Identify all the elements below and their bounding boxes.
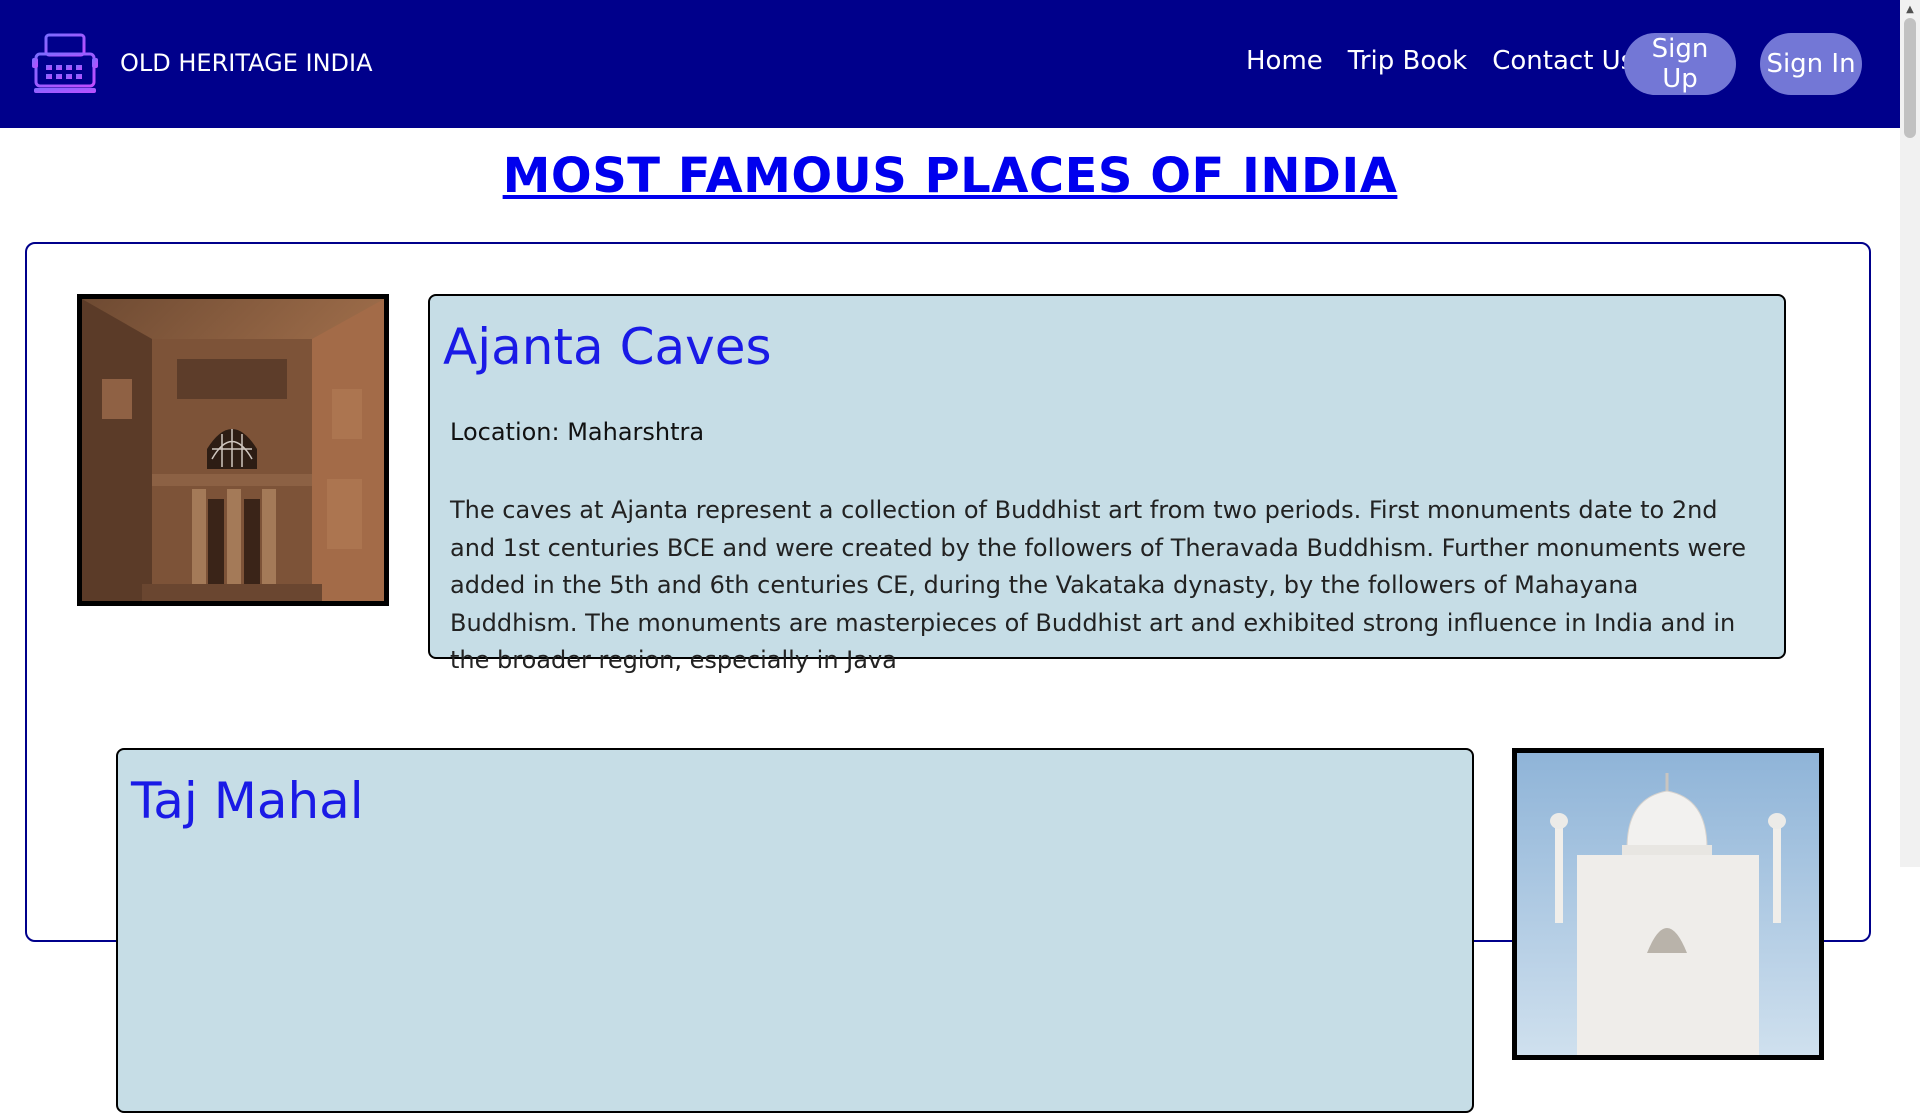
nav-trip-book[interactable]: Trip Book xyxy=(1348,46,1467,76)
place-name: Taj Mahal xyxy=(131,772,364,830)
navbar: OLD HERITAGE INDIA Home Trip Book Contac… xyxy=(0,0,1900,128)
main-nav: Home Trip Book Contact Us xyxy=(1246,46,1634,76)
taj-mahal-photo xyxy=(1512,748,1824,1060)
place-location: Location: Maharshtra xyxy=(450,418,705,446)
brand-name: OLD HERITAGE INDIA xyxy=(120,49,373,77)
scroll-up-arrow-icon[interactable]: ▲ xyxy=(1900,0,1920,18)
place-card-ajanta: Ajanta Caves Location: Maharshtra The ca… xyxy=(428,294,1786,674)
ajanta-caves-photo xyxy=(77,294,389,606)
page-title[interactable]: MOST FAMOUS PLACES OF INDIA xyxy=(0,148,1900,204)
places-container: Ajanta Caves Location: Maharshtra The ca… xyxy=(25,242,1871,1113)
sign-up-button[interactable]: Sign Up xyxy=(1624,33,1736,95)
typewriter-icon xyxy=(32,33,98,93)
place-name: Ajanta Caves xyxy=(443,318,772,376)
brand[interactable]: OLD HERITAGE INDIA xyxy=(32,32,373,94)
nav-home[interactable]: Home xyxy=(1246,46,1323,76)
nav-contact-us[interactable]: Contact Us xyxy=(1492,46,1634,76)
place-card-taj-mahal: Taj Mahal xyxy=(116,748,1474,1113)
sign-in-button[interactable]: Sign In xyxy=(1760,33,1862,95)
vertical-scrollbar[interactable]: ▲ xyxy=(1900,0,1920,867)
place-description: The caves at Ajanta represent a collecti… xyxy=(450,496,1746,674)
scroll-thumb[interactable] xyxy=(1904,18,1916,138)
